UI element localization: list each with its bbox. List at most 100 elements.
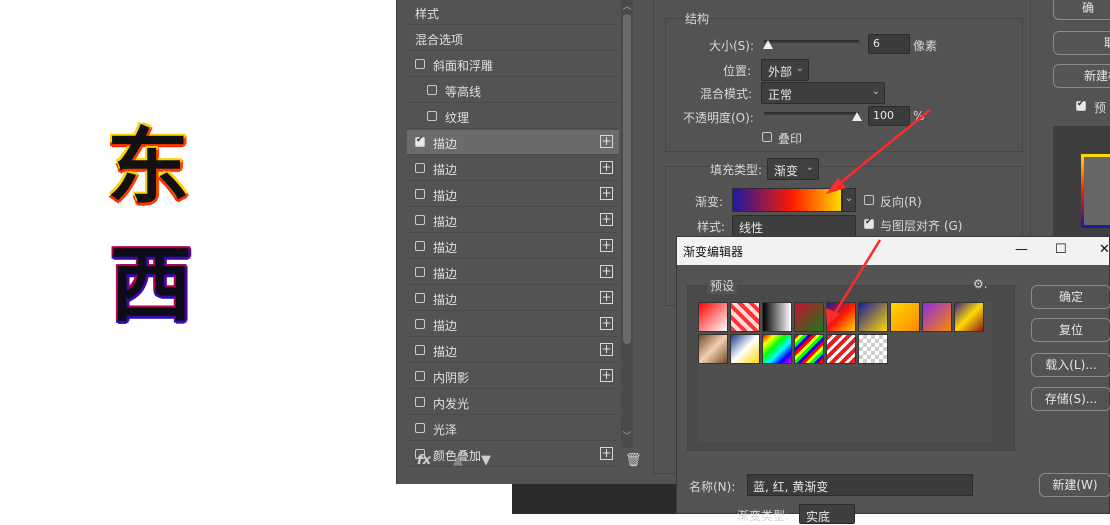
add-effect-plus-icon[interactable]: + — [600, 161, 613, 174]
new-style-button[interactable]: 新建样 — [1053, 64, 1110, 88]
style-enable-checkbox[interactable] — [415, 397, 425, 407]
style-list-item[interactable]: 混合选项 — [407, 26, 619, 51]
style-list-item[interactable]: 内阴影 + — [407, 364, 619, 389]
minimize-icon[interactable]: — — [1015, 242, 1028, 257]
style-enable-checkbox[interactable] — [415, 215, 425, 225]
preview-checkbox[interactable] — [1076, 99, 1086, 111]
move-down-icon[interactable]: ▼ — [481, 453, 491, 468]
opacity-slider-knob[interactable] — [852, 112, 862, 121]
move-up-icon[interactable]: ▲ — [453, 453, 463, 468]
presets-scrollbar[interactable] — [994, 302, 1006, 382]
style-enable-checkbox[interactable] — [415, 371, 425, 381]
add-effect-plus-icon[interactable]: + — [600, 213, 613, 226]
gradient-preset-swatch[interactable] — [826, 334, 856, 364]
overprint-checkbox[interactable] — [762, 132, 772, 142]
opacity-input[interactable]: 100 — [868, 106, 910, 126]
style-enable-checkbox[interactable] — [415, 345, 425, 355]
add-effect-plus-icon[interactable]: + — [600, 239, 613, 252]
gradient-save-button[interactable]: 存储(S)... — [1031, 387, 1110, 411]
gradient-name-input[interactable]: 蓝, 红, 黄渐变 — [747, 474, 973, 496]
gradient-ok-button[interactable]: 确定 — [1031, 285, 1110, 309]
gradient-preset-swatch[interactable] — [954, 302, 984, 332]
gradient-preset-swatch[interactable] — [698, 302, 728, 332]
trash-icon[interactable]: 🗑 — [625, 453, 642, 468]
scroll-up-icon[interactable]: ︿ — [622, 2, 632, 12]
align-with-layer-checkbox[interactable] — [864, 217, 874, 229]
style-enable-checkbox[interactable] — [427, 85, 437, 95]
style-enable-checkbox[interactable] — [415, 293, 425, 303]
gradient-preset-swatch[interactable] — [762, 302, 792, 332]
blend-mode-value: 正常 — [768, 88, 793, 102]
gradient-preset-swatch[interactable] — [698, 334, 728, 364]
opacity-slider[interactable] — [764, 112, 859, 115]
style-list-item-label: 描边 — [433, 215, 458, 229]
add-effect-plus-icon[interactable]: + — [600, 265, 613, 278]
fx-icon[interactable]: fx — [417, 453, 431, 468]
gradient-preset-swatch[interactable] — [858, 302, 888, 332]
gradient-preset-swatch[interactable] — [826, 302, 856, 332]
gradient-preset-swatch[interactable] — [730, 334, 760, 364]
fill-type-select[interactable]: 渐变 ⌄ — [767, 158, 819, 180]
style-enable-checkbox[interactable] — [415, 163, 425, 173]
gradient-preview[interactable] — [732, 188, 842, 212]
gradient-preset-swatch[interactable] — [794, 302, 824, 332]
gradient-dropdown-chevron-icon[interactable]: ⌄ — [842, 188, 856, 212]
style-list-item[interactable]: 描边 + — [407, 260, 619, 285]
position-select[interactable]: 外部 ⌄ — [761, 59, 809, 81]
style-enable-checkbox[interactable] — [415, 267, 425, 277]
style-enable-checkbox[interactable] — [415, 135, 425, 147]
gradient-reset-button[interactable]: 复位 — [1031, 318, 1110, 342]
size-slider[interactable] — [764, 40, 859, 43]
add-effect-plus-icon[interactable]: + — [600, 343, 613, 356]
reverse-label: 反向(R) — [880, 195, 922, 209]
gradient-preset-swatch[interactable] — [890, 302, 920, 332]
size-input[interactable]: 6 — [868, 34, 910, 54]
gradient-new-button[interactable]: 新建(W) — [1039, 473, 1110, 497]
style-enable-checkbox[interactable] — [415, 241, 425, 251]
style-list-scrollbar[interactable]: ︿ ﹀ — [621, 0, 633, 448]
style-list-item[interactable]: 斜面和浮雕 — [407, 52, 619, 77]
add-effect-plus-icon[interactable]: + — [600, 291, 613, 304]
add-effect-plus-icon[interactable]: + — [600, 369, 613, 382]
gradient-type-select[interactable]: 实底 — [799, 504, 855, 524]
style-enable-checkbox[interactable] — [415, 423, 425, 433]
gradient-preset-swatch[interactable] — [730, 302, 760, 332]
scroll-down-icon[interactable]: ﹀ — [622, 432, 632, 442]
gradient-preset-swatch[interactable] — [922, 302, 952, 332]
style-list-item[interactable]: 描边 + — [407, 182, 619, 207]
style-list-item[interactable]: 描边 + — [407, 156, 619, 181]
gradient-preset-swatch[interactable] — [858, 334, 888, 364]
presets-gear-icon[interactable]: ⚙. — [973, 277, 988, 291]
style-list-item[interactable]: 纹理 — [407, 104, 619, 129]
add-effect-plus-icon[interactable]: + — [600, 187, 613, 200]
maximize-icon[interactable]: ☐ — [1055, 242, 1067, 257]
cancel-button[interactable]: 取 — [1053, 31, 1110, 55]
style-list-item[interactable]: 描边 + — [407, 208, 619, 233]
size-slider-knob[interactable] — [763, 40, 773, 49]
gradient-load-button[interactable]: 载入(L)... — [1031, 353, 1110, 377]
style-list-item[interactable]: 描边 + — [407, 286, 619, 311]
style-list-item[interactable]: 描边 + — [407, 338, 619, 363]
add-effect-plus-icon[interactable]: + — [600, 135, 613, 148]
add-effect-plus-icon[interactable]: + — [600, 317, 613, 330]
style-list-item[interactable]: 等高线 — [407, 78, 619, 103]
style-enable-checkbox[interactable] — [415, 319, 425, 329]
blend-mode-select[interactable]: 正常 ⌄ — [761, 82, 885, 104]
style-enable-checkbox[interactable] — [427, 111, 437, 121]
style-list-item[interactable]: 描边 + — [407, 234, 619, 259]
gradient-preset-swatch[interactable] — [794, 334, 824, 364]
reverse-checkbox[interactable] — [864, 195, 874, 205]
style-list-item[interactable]: 光泽 — [407, 416, 619, 441]
style-enable-checkbox[interactable] — [415, 189, 425, 199]
style-enable-checkbox[interactable] — [415, 59, 425, 69]
style-list-item[interactable]: 描边 + — [407, 130, 619, 155]
close-icon[interactable]: ✕ — [1099, 242, 1110, 257]
scrollbar-thumb[interactable] — [623, 14, 631, 344]
style-list-item[interactable]: 描边 + — [407, 312, 619, 337]
style-list-item-label: 描边 — [433, 189, 458, 203]
ok-button[interactable]: 确 — [1053, 0, 1110, 20]
style-list-item[interactable]: 内发光 — [407, 390, 619, 415]
gradient-style-select[interactable]: 线性 — [732, 215, 856, 237]
gradient-preset-swatch[interactable] — [762, 334, 792, 364]
style-list-item[interactable]: 样式 — [407, 0, 619, 25]
